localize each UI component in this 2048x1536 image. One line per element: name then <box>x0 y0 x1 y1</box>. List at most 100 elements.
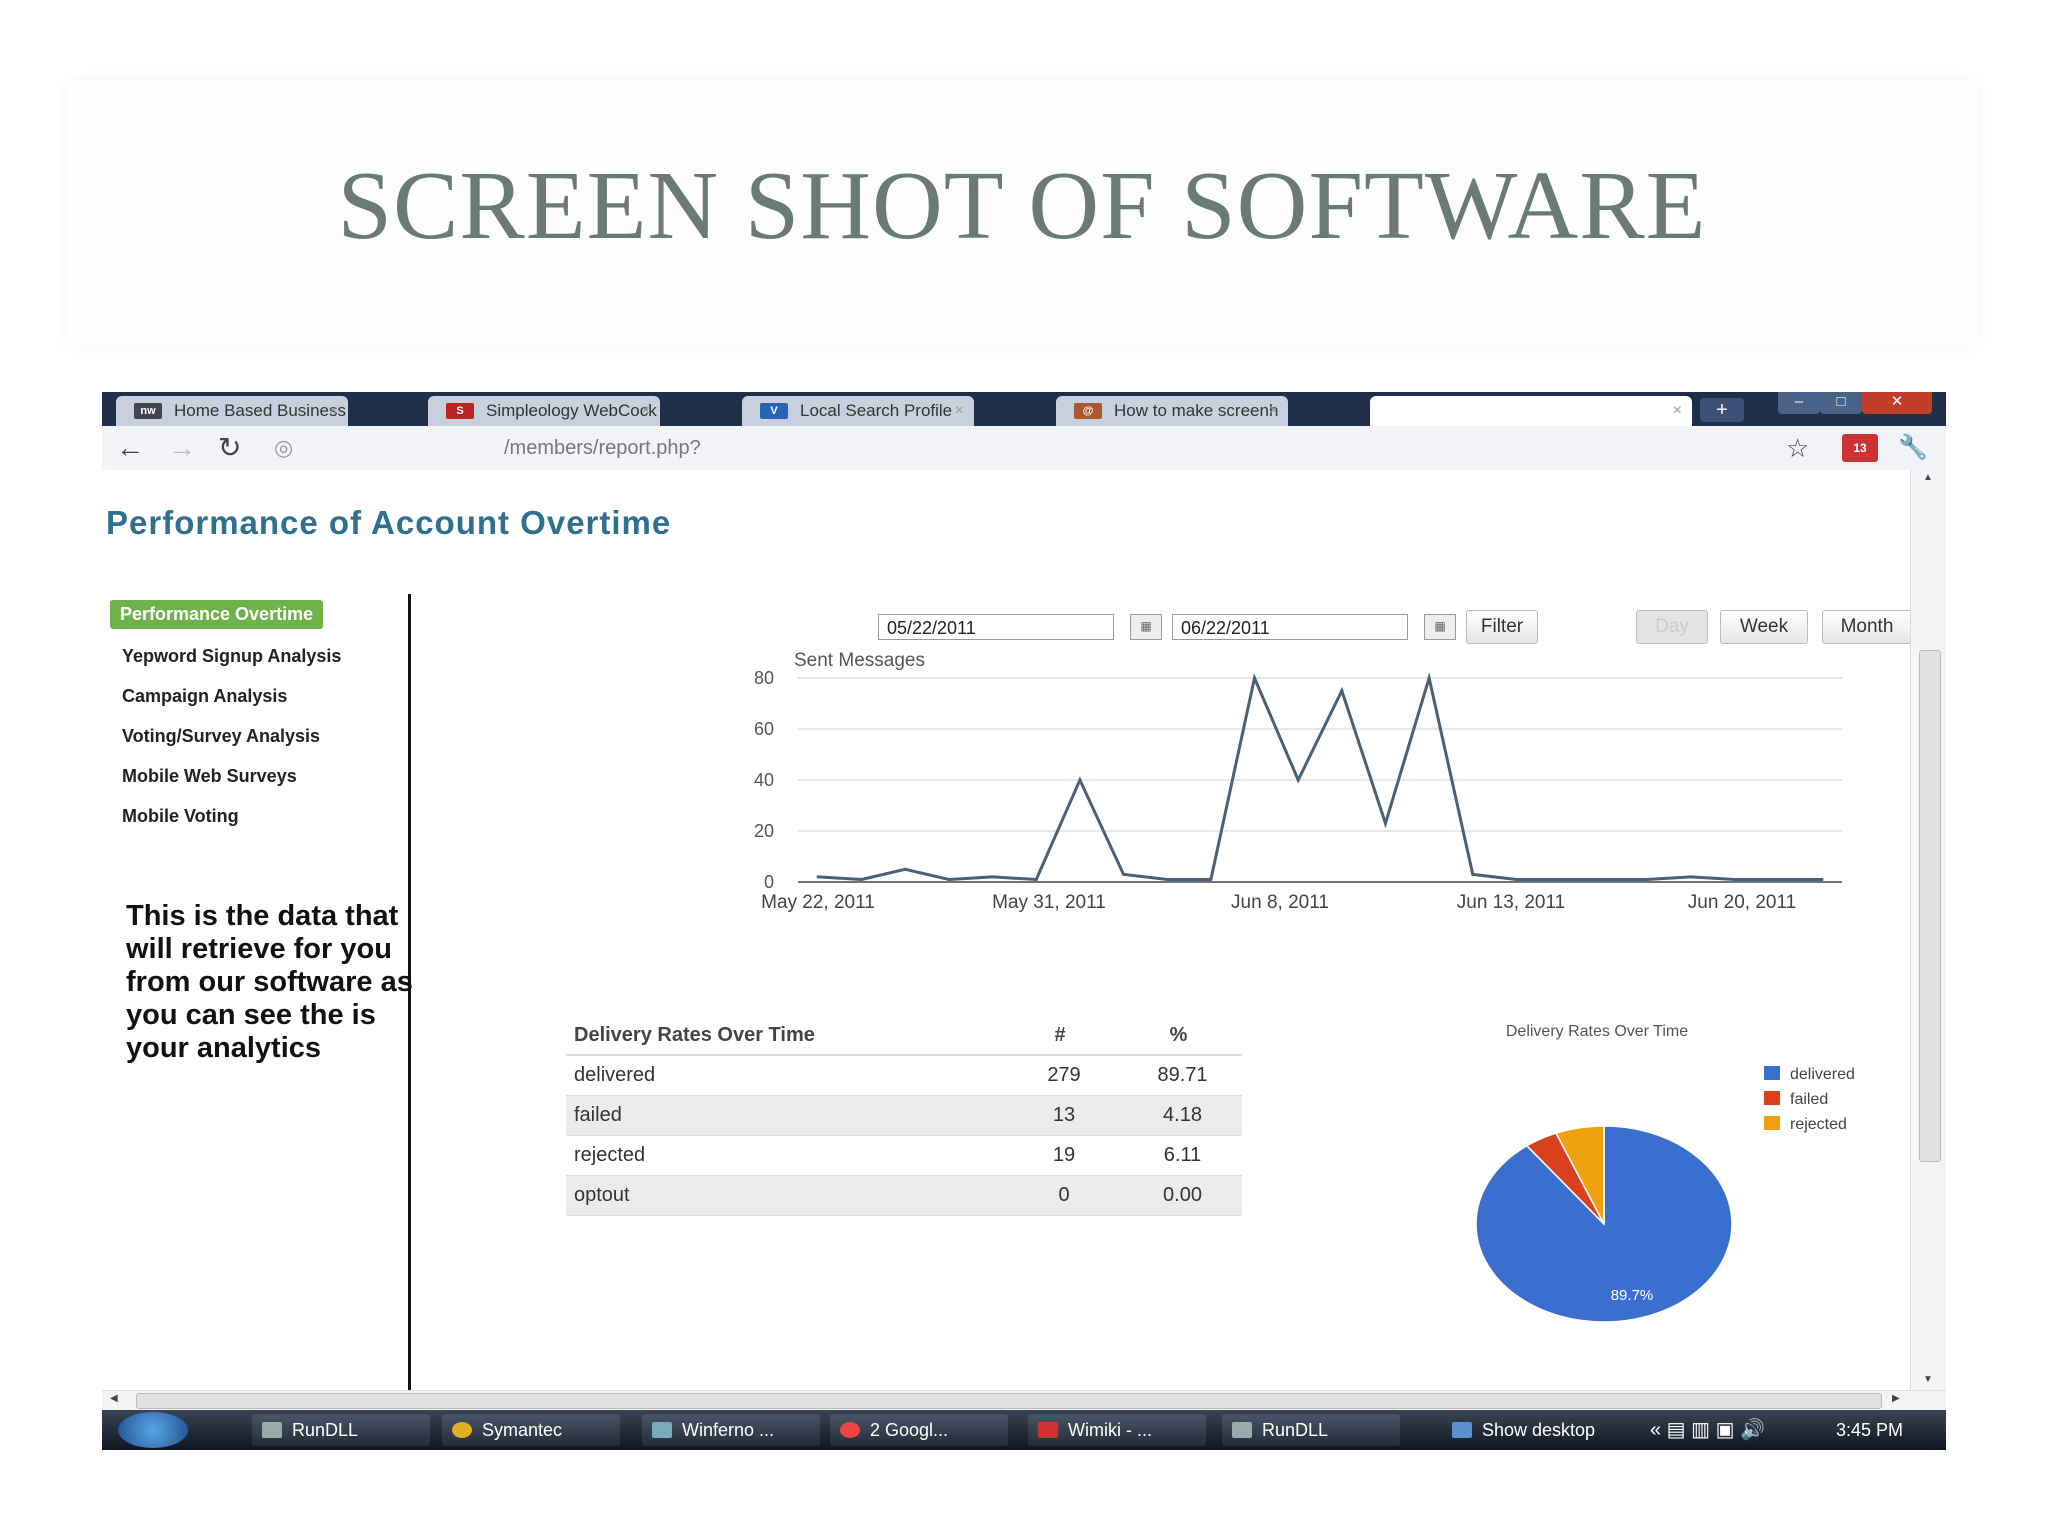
browser-tab-3[interactable]: V Local Search Profile × <box>742 396 974 426</box>
close-icon[interactable]: × <box>955 396 964 426</box>
maximize-button[interactable]: □ <box>1820 392 1862 414</box>
page-title: Performance of Account Overtime <box>106 504 672 541</box>
data-point <box>1471 872 1475 876</box>
row-label: delivered <box>566 1055 1005 1096</box>
software-screenshot: nw Home Based Business | × S Simpleology… <box>102 392 1946 1450</box>
date-from-input[interactable]: 05/22/2011 <box>878 614 1114 640</box>
gmail-icon[interactable]: 13 <box>1842 434 1878 462</box>
filter-button[interactable]: Filter <box>1466 610 1538 644</box>
taskbar-clock: 3:45 PM <box>1836 1420 1904 1440</box>
star-icon[interactable]: ☆ <box>1786 432 1809 464</box>
reload-icon[interactable]: ↻ <box>218 432 241 464</box>
browser-tab-active[interactable]: × <box>1370 396 1692 426</box>
month-button[interactable]: Month <box>1822 610 1912 644</box>
legend-label: rejected <box>1790 1116 1847 1133</box>
data-point <box>1645 877 1649 881</box>
x-tick-label: May 22, 2011 <box>761 892 875 913</box>
row-count: 279 <box>1005 1055 1116 1096</box>
table-header-title: Delivery Rates Over Time <box>566 1016 1005 1056</box>
data-point <box>1514 877 1518 881</box>
pie-title: Delivery Rates Over Time <box>1506 1023 1688 1040</box>
taskbar-item[interactable]: Symantec <box>442 1414 620 1446</box>
y-tick-label: 0 <box>764 872 774 892</box>
forward-icon[interactable]: → <box>168 432 196 464</box>
delivery-rates-table: Delivery Rates Over Time # % delivered 2… <box>566 1016 1242 1216</box>
x-tick-label: Jun 8, 2011 <box>1231 892 1329 913</box>
table-header-pct: % <box>1116 1016 1242 1056</box>
data-point <box>1602 877 1606 881</box>
sent-messages-chart: Sent Messages 0 20 40 60 80 May 22, 2011 May 31… <box>754 650 1842 913</box>
data-point <box>947 877 951 881</box>
show-desktop-button[interactable]: Show desktop <box>1442 1414 1612 1446</box>
horizontal-scrollbar[interactable]: ◀ ▶ <box>102 1390 1946 1411</box>
gmail-badge: 13 <box>1853 441 1867 455</box>
close-icon[interactable]: × <box>1269 396 1278 426</box>
sidebar-item-mobile-voting[interactable]: Mobile Voting <box>122 806 239 827</box>
calendar-icon[interactable]: ▦ <box>1424 614 1456 640</box>
close-window-button[interactable]: ✕ <box>1862 392 1932 414</box>
data-point <box>1165 877 1169 881</box>
taskbar-item[interactable]: Wimiki - ... <box>1028 1414 1206 1446</box>
data-point <box>1122 872 1126 876</box>
week-button[interactable]: Week <box>1720 610 1808 644</box>
sidebar-item-voting-survey[interactable]: Voting/Survey Analysis <box>122 726 320 747</box>
row-pct: 89.71 <box>1116 1055 1242 1096</box>
horizontal-scroll-thumb[interactable] <box>136 1393 1882 1409</box>
vertical-scrollbar[interactable]: ▲ ▼ <box>1910 470 1946 1390</box>
sidebar-item-yepword-signup[interactable]: Yepword Signup Analysis <box>122 646 341 667</box>
taskbar-item[interactable]: Winferno ... <box>642 1414 820 1446</box>
data-point <box>860 877 864 881</box>
window-icon <box>1232 1422 1252 1438</box>
report-page: Performance of Account Overtime Performa… <box>102 470 1912 1394</box>
browser-tab-1[interactable]: nw Home Based Business | × <box>116 396 348 426</box>
new-tab-button[interactable]: + <box>1700 398 1744 422</box>
row-pct: 4.18 <box>1116 1095 1242 1136</box>
scroll-up-icon[interactable]: ▲ <box>1923 472 1933 483</box>
row-label: failed <box>566 1095 1005 1136</box>
page-favicon-icon: @ <box>1074 403 1102 419</box>
slide-title: SCREEN SHOT OF SOFTWARE <box>337 152 1707 260</box>
page-info-icon[interactable]: ◎ <box>274 432 293 464</box>
row-pct: 0.00 <box>1116 1175 1242 1216</box>
data-point <box>1078 778 1082 782</box>
taskbar-item[interactable]: 2 Googl... <box>830 1414 1008 1446</box>
table-row: delivered 279 89.71 <box>566 1055 1242 1096</box>
tab-label: How to make screenh <box>1114 401 1279 420</box>
taskbar-item[interactable]: RunDLL <box>252 1414 430 1446</box>
wimiki-icon <box>1038 1422 1058 1438</box>
data-point <box>816 875 820 879</box>
close-icon[interactable]: × <box>1673 396 1682 426</box>
sidebar-item-performance-overtime[interactable]: Performance Overtime <box>110 600 324 629</box>
calendar-icon[interactable]: ▦ <box>1130 614 1162 640</box>
address-bar[interactable] <box>502 432 1756 464</box>
sidebar-item-mobile-web-surveys[interactable]: Mobile Web Surveys <box>122 766 297 787</box>
close-icon[interactable]: × <box>329 396 338 426</box>
date-to-input[interactable]: 06/22/2011 <box>1172 614 1408 640</box>
vertical-scroll-thumb[interactable] <box>1919 650 1941 1162</box>
row-count: 13 <box>1005 1095 1116 1136</box>
minimize-button[interactable]: – <box>1778 392 1820 414</box>
delivery-rates-pie: Delivery Rates Over Time 89.7% delivered fa… <box>1475 1023 1855 1323</box>
table-header-row: Delivery Rates Over Time # % <box>566 1016 1242 1056</box>
data-point <box>1820 877 1824 881</box>
browser-tab-4[interactable]: @ How to make screenh × <box>1056 396 1288 426</box>
data-point <box>1209 877 1213 881</box>
back-icon[interactable]: ← <box>116 432 144 464</box>
browser-toolbar: ← → ↻ ◎ ☆ 13 🔧 <box>102 426 1946 471</box>
tab-label: Local Search Profile <box>800 401 953 420</box>
wrench-icon[interactable]: 🔧 <box>1898 432 1928 464</box>
start-button[interactable] <box>118 1412 188 1448</box>
tray-icons[interactable]: « ▤ ▥ ▣ 🔊 <box>1650 1410 1765 1450</box>
close-icon[interactable]: × <box>641 396 650 426</box>
scroll-down-icon[interactable]: ▼ <box>1923 1374 1933 1385</box>
scroll-right-icon[interactable]: ▶ <box>1892 1393 1900 1404</box>
table-row: rejected 19 6.11 <box>566 1135 1242 1176</box>
data-point <box>1340 689 1344 693</box>
scroll-left-icon[interactable]: ◀ <box>110 1393 118 1404</box>
row-count: 0 <box>1005 1175 1116 1216</box>
browser-tab-2[interactable]: S Simpleology WebCock × <box>428 396 660 426</box>
day-button[interactable]: Day <box>1636 610 1708 644</box>
annotation-note: This is the data that will retrieve for … <box>126 900 413 1064</box>
taskbar-item[interactable]: RunDLL <box>1222 1414 1400 1446</box>
sidebar-item-campaign-analysis[interactable]: Campaign Analysis <box>122 686 287 707</box>
